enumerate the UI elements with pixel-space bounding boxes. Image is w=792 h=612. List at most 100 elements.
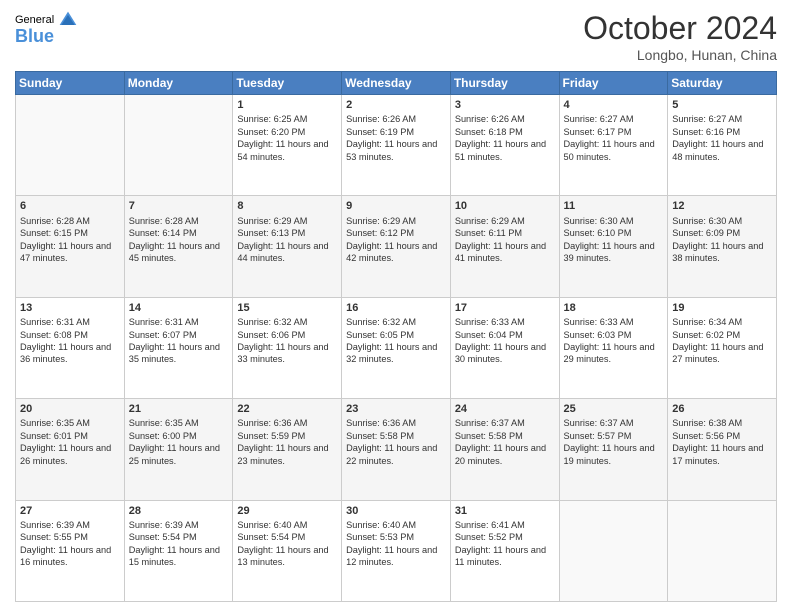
calendar-cell <box>124 95 233 196</box>
day-number: 21 <box>129 402 229 416</box>
day-info: Sunrise: 6:30 AM Sunset: 6:09 PM Dayligh… <box>672 215 772 265</box>
day-info: Sunrise: 6:28 AM Sunset: 6:15 PM Dayligh… <box>20 215 120 265</box>
day-number: 10 <box>455 199 555 213</box>
calendar-cell: 4Sunrise: 6:27 AM Sunset: 6:17 PM Daylig… <box>559 95 668 196</box>
logo-blue: Blue <box>15 26 54 47</box>
calendar-cell: 11 Sunrise: 6:30 AM Sunset: 6:10 PM Dayli… <box>559 196 668 297</box>
calendar-cell: 29Sunrise: 6:40 AM Sunset: 5:54 PM Dayli… <box>233 500 342 601</box>
calendar-cell: 10 Sunrise: 6:29 AM Sunset: 6:11 PM Dayli… <box>450 196 559 297</box>
calendar-cell: 21Sunrise: 6:35 AM Sunset: 6:00 PM Dayli… <box>124 399 233 500</box>
day-number: 11 <box>564 199 664 213</box>
day-number: 9 <box>346 199 446 213</box>
day-number: 12 <box>672 199 772 213</box>
day-info: Sunrise: 6:40 AM Sunset: 5:54 PM Dayligh… <box>237 519 337 569</box>
day-number: 7 <box>129 199 229 213</box>
calendar-cell: 1Sunrise: 6:25 AM Sunset: 6:20 PM Daylig… <box>233 95 342 196</box>
day-number: 20 <box>20 402 120 416</box>
day-number: 2 <box>346 98 446 112</box>
calendar-cell: 14Sunrise: 6:31 AM Sunset: 6:07 PM Dayli… <box>124 297 233 398</box>
calendar-cell <box>16 95 125 196</box>
calendar-cell: 6 Sunrise: 6:28 AM Sunset: 6:15 PM Daylig… <box>16 196 125 297</box>
calendar-cell: 16Sunrise: 6:32 AM Sunset: 6:05 PM Dayli… <box>342 297 451 398</box>
day-info: Sunrise: 6:27 AM Sunset: 6:17 PM Dayligh… <box>564 113 664 163</box>
day-number: 23 <box>346 402 446 416</box>
day-number: 1 <box>237 98 337 112</box>
calendar-cell: 26Sunrise: 6:38 AM Sunset: 5:56 PM Dayli… <box>668 399 777 500</box>
calendar-cell: 20Sunrise: 6:35 AM Sunset: 6:01 PM Dayli… <box>16 399 125 500</box>
week-row-3: 13Sunrise: 6:31 AM Sunset: 6:08 PM Dayli… <box>16 297 777 398</box>
week-row-4: 20Sunrise: 6:35 AM Sunset: 6:01 PM Dayli… <box>16 399 777 500</box>
calendar-cell: 5Sunrise: 6:27 AM Sunset: 6:16 PM Daylig… <box>668 95 777 196</box>
day-info: Sunrise: 6:29 AM Sunset: 6:13 PM Dayligh… <box>237 215 337 265</box>
calendar-cell: 15Sunrise: 6:32 AM Sunset: 6:06 PM Dayli… <box>233 297 342 398</box>
day-number: 15 <box>237 301 337 315</box>
day-number: 22 <box>237 402 337 416</box>
logo: General Blue <box>15 10 78 47</box>
calendar-cell: 18Sunrise: 6:33 AM Sunset: 6:03 PM Dayli… <box>559 297 668 398</box>
logo-general: General <box>15 14 54 26</box>
page: General Blue October 2024 Longbo, Hunan,… <box>0 0 792 612</box>
col-header-sunday: Sunday <box>16 72 125 95</box>
col-header-saturday: Saturday <box>668 72 777 95</box>
col-header-tuesday: Tuesday <box>233 72 342 95</box>
day-number: 17 <box>455 301 555 315</box>
day-info: Sunrise: 6:26 AM Sunset: 6:19 PM Dayligh… <box>346 113 446 163</box>
day-info: Sunrise: 6:36 AM Sunset: 5:59 PM Dayligh… <box>237 417 337 467</box>
day-number: 31 <box>455 504 555 518</box>
day-info: Sunrise: 6:32 AM Sunset: 6:05 PM Dayligh… <box>346 316 446 366</box>
day-info: Sunrise: 6:36 AM Sunset: 5:58 PM Dayligh… <box>346 417 446 467</box>
day-info: Sunrise: 6:33 AM Sunset: 6:04 PM Dayligh… <box>455 316 555 366</box>
day-number: 8 <box>237 199 337 213</box>
day-number: 27 <box>20 504 120 518</box>
calendar-cell <box>559 500 668 601</box>
location: Longbo, Hunan, China <box>583 47 777 63</box>
calendar-cell: 3Sunrise: 6:26 AM Sunset: 6:18 PM Daylig… <box>450 95 559 196</box>
day-number: 18 <box>564 301 664 315</box>
calendar-cell: 19Sunrise: 6:34 AM Sunset: 6:02 PM Dayli… <box>668 297 777 398</box>
day-number: 14 <box>129 301 229 315</box>
day-info: Sunrise: 6:29 AM Sunset: 6:12 PM Dayligh… <box>346 215 446 265</box>
day-info: Sunrise: 6:37 AM Sunset: 5:58 PM Dayligh… <box>455 417 555 467</box>
calendar-cell: 24Sunrise: 6:37 AM Sunset: 5:58 PM Dayli… <box>450 399 559 500</box>
calendar-cell: 13Sunrise: 6:31 AM Sunset: 6:08 PM Dayli… <box>16 297 125 398</box>
calendar-cell: 8 Sunrise: 6:29 AM Sunset: 6:13 PM Daylig… <box>233 196 342 297</box>
calendar-cell: 22Sunrise: 6:36 AM Sunset: 5:59 PM Dayli… <box>233 399 342 500</box>
day-info: Sunrise: 6:35 AM Sunset: 6:01 PM Dayligh… <box>20 417 120 467</box>
day-number: 6 <box>20 199 120 213</box>
day-number: 28 <box>129 504 229 518</box>
header: General Blue October 2024 Longbo, Hunan,… <box>15 10 777 63</box>
day-info: Sunrise: 6:38 AM Sunset: 5:56 PM Dayligh… <box>672 417 772 467</box>
week-row-1: 1Sunrise: 6:25 AM Sunset: 6:20 PM Daylig… <box>16 95 777 196</box>
day-number: 24 <box>455 402 555 416</box>
day-info: Sunrise: 6:29 AM Sunset: 6:11 PM Dayligh… <box>455 215 555 265</box>
day-number: 25 <box>564 402 664 416</box>
day-info: Sunrise: 6:40 AM Sunset: 5:53 PM Dayligh… <box>346 519 446 569</box>
calendar-cell: 28Sunrise: 6:39 AM Sunset: 5:54 PM Dayli… <box>124 500 233 601</box>
day-info: Sunrise: 6:33 AM Sunset: 6:03 PM Dayligh… <box>564 316 664 366</box>
day-number: 3 <box>455 98 555 112</box>
day-info: Sunrise: 6:31 AM Sunset: 6:08 PM Dayligh… <box>20 316 120 366</box>
day-number: 19 <box>672 301 772 315</box>
day-number: 4 <box>564 98 664 112</box>
day-info: Sunrise: 6:34 AM Sunset: 6:02 PM Dayligh… <box>672 316 772 366</box>
calendar-cell: 7Sunrise: 6:28 AM Sunset: 6:14 PM Daylig… <box>124 196 233 297</box>
day-info: Sunrise: 6:39 AM Sunset: 5:55 PM Dayligh… <box>20 519 120 569</box>
day-info: Sunrise: 6:35 AM Sunset: 6:00 PM Dayligh… <box>129 417 229 467</box>
month-title: October 2024 <box>583 10 777 47</box>
day-info: Sunrise: 6:30 AM Sunset: 6:10 PM Dayligh… <box>564 215 664 265</box>
calendar-cell: 23Sunrise: 6:36 AM Sunset: 5:58 PM Dayli… <box>342 399 451 500</box>
calendar-cell: 31Sunrise: 6:41 AM Sunset: 5:52 PM Dayli… <box>450 500 559 601</box>
calendar-cell: 9 Sunrise: 6:29 AM Sunset: 6:12 PM Daylig… <box>342 196 451 297</box>
day-number: 29 <box>237 504 337 518</box>
calendar-cell: 12 Sunrise: 6:30 AM Sunset: 6:09 PM Dayli… <box>668 196 777 297</box>
day-info: Sunrise: 6:39 AM Sunset: 5:54 PM Dayligh… <box>129 519 229 569</box>
calendar-cell: 30Sunrise: 6:40 AM Sunset: 5:53 PM Dayli… <box>342 500 451 601</box>
day-number: 13 <box>20 301 120 315</box>
calendar-cell: 2Sunrise: 6:26 AM Sunset: 6:19 PM Daylig… <box>342 95 451 196</box>
day-number: 30 <box>346 504 446 518</box>
col-header-wednesday: Wednesday <box>342 72 451 95</box>
day-info: Sunrise: 6:41 AM Sunset: 5:52 PM Dayligh… <box>455 519 555 569</box>
day-info: Sunrise: 6:27 AM Sunset: 6:16 PM Dayligh… <box>672 113 772 163</box>
day-number: 5 <box>672 98 772 112</box>
col-header-monday: Monday <box>124 72 233 95</box>
